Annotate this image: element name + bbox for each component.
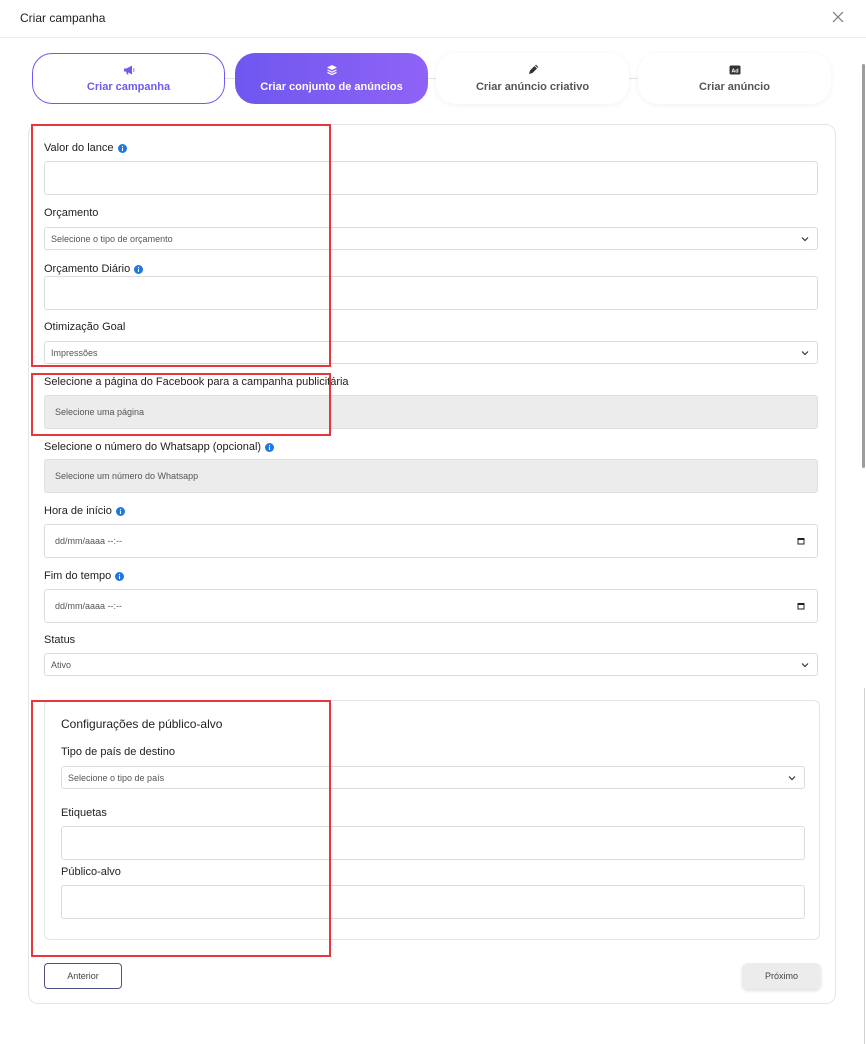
country-type-label: Tipo de país de destino xyxy=(61,746,175,758)
optimization-goal-label: Otimização Goal xyxy=(44,321,126,333)
megaphone-icon xyxy=(123,65,134,75)
modal-title: Criar campanha xyxy=(20,11,106,25)
step-criar-anuncio-criativo[interactable]: Criar anúncio criativo xyxy=(436,53,629,104)
step-connector xyxy=(629,78,638,79)
facebook-page-label: Selecione a página do Facebook para a ca… xyxy=(44,376,349,388)
whatsapp-number-label: Selecione o número do Whatsapp (opcional… xyxy=(44,441,275,453)
chevron-down-icon xyxy=(801,662,809,668)
ad-icon: Ad xyxy=(729,65,740,75)
step-label: Criar campanha xyxy=(86,81,171,93)
scrollbar-divider xyxy=(864,688,865,1044)
end-time-label: Fim do tempo xyxy=(44,570,125,582)
bid-value-input[interactable] xyxy=(44,161,818,195)
info-icon xyxy=(265,442,275,452)
step-criar-anuncio[interactable]: Ad Criar anúncio xyxy=(638,53,831,104)
step-connector xyxy=(225,78,235,79)
bid-value-label: Valor do lance xyxy=(44,142,127,154)
target-audience-label: Público-alvo xyxy=(61,866,121,878)
pen-icon xyxy=(528,64,538,74)
daily-budget-label: Orçamento Diário xyxy=(44,263,144,275)
start-time-input[interactable]: dd/mm/aaaa --:-- xyxy=(44,524,818,558)
end-time-input[interactable]: dd/mm/aaaa --:-- xyxy=(44,589,818,623)
scrollbar-thumb[interactable] xyxy=(862,64,865,468)
tags-label: Etiquetas xyxy=(61,807,107,819)
info-icon xyxy=(134,264,144,274)
chevron-down-icon xyxy=(788,775,796,781)
wizard-stepper: Criar campanha Criar conjunto de anúncio… xyxy=(32,53,832,104)
audience-section-title: Configurações de público-alvo xyxy=(61,717,223,731)
close-button[interactable] xyxy=(830,9,846,25)
next-button[interactable]: Próximo xyxy=(742,963,821,989)
start-time-label: Hora de início xyxy=(44,505,125,517)
budget-select[interactable]: Selecione o tipo de orçamento xyxy=(44,227,818,250)
info-icon xyxy=(115,506,125,516)
facebook-page-select[interactable]: Selecione uma página xyxy=(44,395,818,429)
step-criar-conjunto[interactable]: Criar conjunto de anúncios xyxy=(235,53,428,104)
layers-icon xyxy=(326,65,337,76)
status-select[interactable]: Ativo xyxy=(44,653,818,676)
chevron-down-icon xyxy=(801,236,809,242)
step-label: Criar anúncio criativo xyxy=(475,81,590,93)
daily-budget-input[interactable] xyxy=(44,276,818,310)
calendar-icon[interactable] xyxy=(797,537,805,545)
chevron-down-icon xyxy=(801,350,809,356)
budget-label: Orçamento xyxy=(44,207,99,219)
target-audience-input[interactable] xyxy=(61,885,805,919)
calendar-icon[interactable] xyxy=(797,602,805,610)
optimization-goal-select[interactable]: Impressões xyxy=(44,341,818,364)
step-label: Criar conjunto de anúncios xyxy=(260,81,403,93)
modal-header: Criar campanha xyxy=(0,0,866,38)
whatsapp-number-select[interactable]: Selecione um número do Whatsapp xyxy=(44,459,818,493)
step-label: Criar anúncio xyxy=(699,81,770,93)
tags-input[interactable] xyxy=(61,826,805,860)
svg-text:Ad: Ad xyxy=(731,69,738,75)
close-icon xyxy=(832,11,844,23)
previous-button[interactable]: Anterior xyxy=(44,963,122,989)
info-icon xyxy=(117,143,127,153)
status-label: Status xyxy=(44,634,76,646)
country-type-select[interactable]: Selecione o tipo de país xyxy=(61,766,805,789)
info-icon xyxy=(115,571,125,581)
step-criar-campanha[interactable]: Criar campanha xyxy=(32,53,225,104)
step-connector xyxy=(428,78,436,79)
